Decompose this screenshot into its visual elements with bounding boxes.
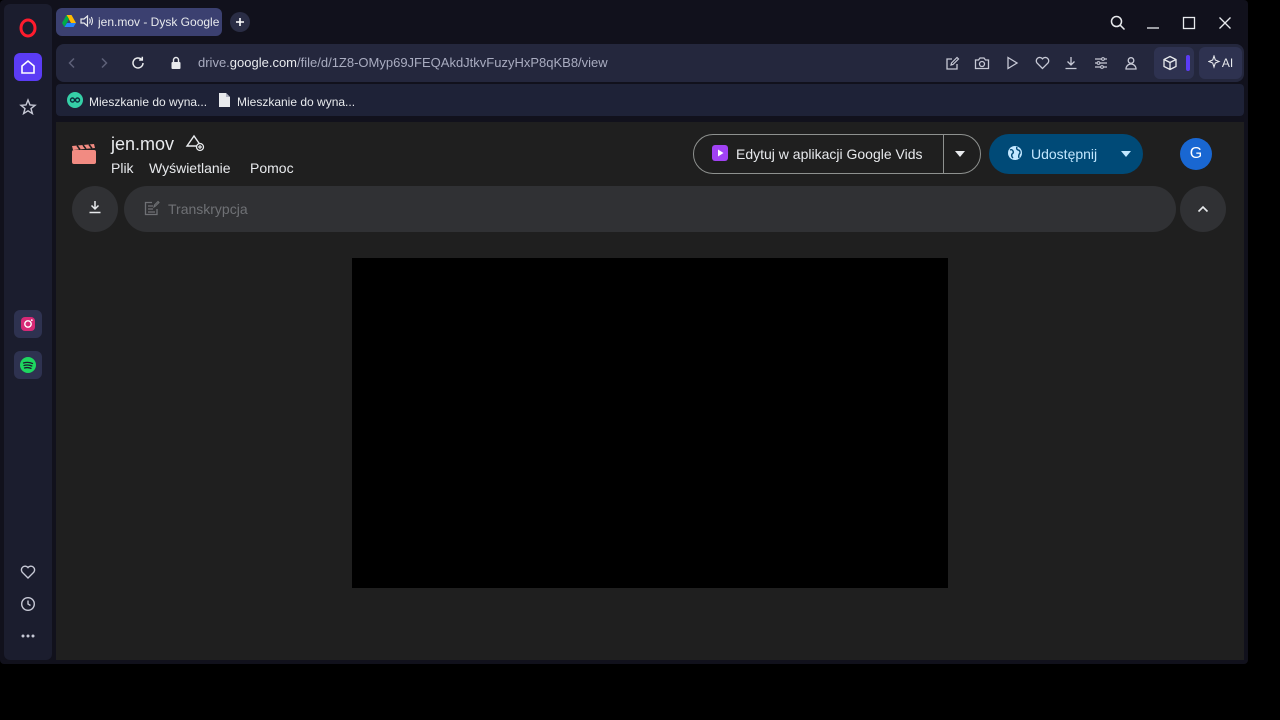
search-tabs-icon[interactable] — [1107, 12, 1129, 34]
maximize-icon[interactable] — [1178, 12, 1200, 34]
bookmark-item[interactable]: Mieszkanie do wyna... — [218, 92, 355, 111]
tab-active[interactable]: jen.mov - Dysk Google — [56, 8, 222, 36]
video-player[interactable] — [352, 258, 948, 588]
minimize-icon[interactable] — [1142, 12, 1164, 34]
easy-setup-icon[interactable] — [1092, 54, 1110, 72]
menu-view[interactable]: Wyświetlanie — [149, 160, 231, 176]
url-text[interactable]: drive.google.com/file/d/1Z8-OMyp69JFEQAk… — [198, 55, 608, 70]
google-vids-icon — [712, 144, 728, 164]
transcript-bar[interactable]: Transkrypcja — [124, 186, 1176, 232]
url-path: /file/d/1Z8-OMyp69JFEQAkdJtkvFuzyHxP8qKB… — [297, 55, 608, 70]
share-label: Udostępnij — [1031, 146, 1098, 162]
extension-indicator — [1186, 55, 1190, 71]
bookmark-item[interactable]: Mieszkanie do wyna... — [67, 92, 207, 111]
menu-file[interactable]: Plik — [111, 160, 134, 176]
heart-icon[interactable] — [14, 558, 42, 586]
lock-icon[interactable] — [166, 53, 186, 73]
share-group: Udostępnij — [989, 134, 1143, 174]
home-icon[interactable] — [14, 53, 42, 81]
avatar[interactable]: G — [1180, 138, 1212, 170]
history-icon[interactable] — [14, 590, 42, 618]
star-icon[interactable] — [14, 93, 42, 121]
instagram-icon[interactable] — [14, 310, 42, 338]
opera-logo-icon[interactable] — [14, 14, 42, 42]
bookmark-label: Mieszkanie do wyna... — [89, 94, 208, 109]
camera-icon[interactable] — [973, 54, 991, 72]
tab-title: jen.mov - Dysk Google — [98, 15, 220, 29]
url-prefix: drive. — [198, 55, 230, 70]
download-icon[interactable] — [1062, 54, 1080, 72]
sparkle-icon — [1207, 53, 1222, 72]
collapse-button[interactable] — [1180, 186, 1226, 232]
share-status-icon[interactable] — [185, 134, 205, 156]
chevron-down-icon[interactable] — [1117, 145, 1135, 163]
otodom-icon — [67, 92, 83, 111]
chevron-down-icon[interactable] — [950, 145, 970, 163]
menu-help[interactable]: Pomoc — [250, 160, 294, 176]
edit-page-icon[interactable] — [943, 54, 961, 72]
edit-in-vids-button[interactable]: Edytuj w aplikacji Google Vids — [694, 135, 944, 173]
opera-sidebar — [4, 4, 52, 660]
chevron-up-icon — [1197, 200, 1209, 218]
extensions-button[interactable] — [1154, 47, 1194, 79]
video-file-icon — [72, 144, 96, 164]
file-name: jen.mov — [111, 134, 205, 157]
download-icon — [88, 200, 102, 219]
heart-outline-icon[interactable] — [1033, 54, 1051, 72]
back-icon[interactable] — [62, 53, 82, 73]
globe-icon — [1007, 145, 1023, 164]
file-name-text: jen.mov — [111, 134, 175, 154]
edit-in-vids-group: Edytuj w aplikacji Google Vids — [693, 134, 981, 174]
tab-strip: jen.mov - Dysk Google — [56, 6, 1246, 38]
url-domain: google.com — [229, 55, 298, 70]
share-button[interactable]: Udostępnij — [989, 134, 1115, 174]
divider — [943, 135, 944, 173]
address-bar: drive.google.com/file/d/1Z8-OMyp69JFEQAk… — [56, 44, 1244, 82]
aria-ai-button[interactable]: AI — [1199, 47, 1242, 79]
edit-in-vids-label: Edytuj w aplikacji Google Vids — [736, 146, 923, 162]
spotify-icon[interactable] — [14, 351, 42, 379]
profile-icon[interactable] — [1122, 54, 1140, 72]
reload-icon[interactable] — [128, 53, 148, 73]
transcript-icon — [144, 200, 160, 219]
player-icon[interactable] — [1003, 54, 1021, 72]
speaker-icon[interactable] — [80, 14, 94, 30]
bookmark-label: Mieszkanie do wyna... — [237, 94, 356, 109]
document-icon — [218, 92, 231, 111]
transcript-label: Transkrypcja — [168, 201, 248, 217]
bookmarks-bar: Mieszkanie do wyna... Mieszkanie do wyna… — [56, 84, 1244, 116]
browser-window: jen.mov - Dysk Google drive.google.com/f… — [0, 0, 1248, 664]
ai-label: AI — [1221, 56, 1234, 70]
cube-icon — [1162, 55, 1178, 76]
more-icon[interactable] — [14, 622, 42, 650]
google-drive-icon — [62, 14, 76, 30]
forward-icon[interactable] — [94, 53, 114, 73]
close-icon[interactable] — [1214, 12, 1236, 34]
drive-viewer: jen.mov Plik Wyświetlanie Pomoc Edytuj w… — [56, 122, 1244, 660]
download-button[interactable] — [72, 186, 118, 232]
new-tab-button[interactable] — [230, 12, 250, 32]
